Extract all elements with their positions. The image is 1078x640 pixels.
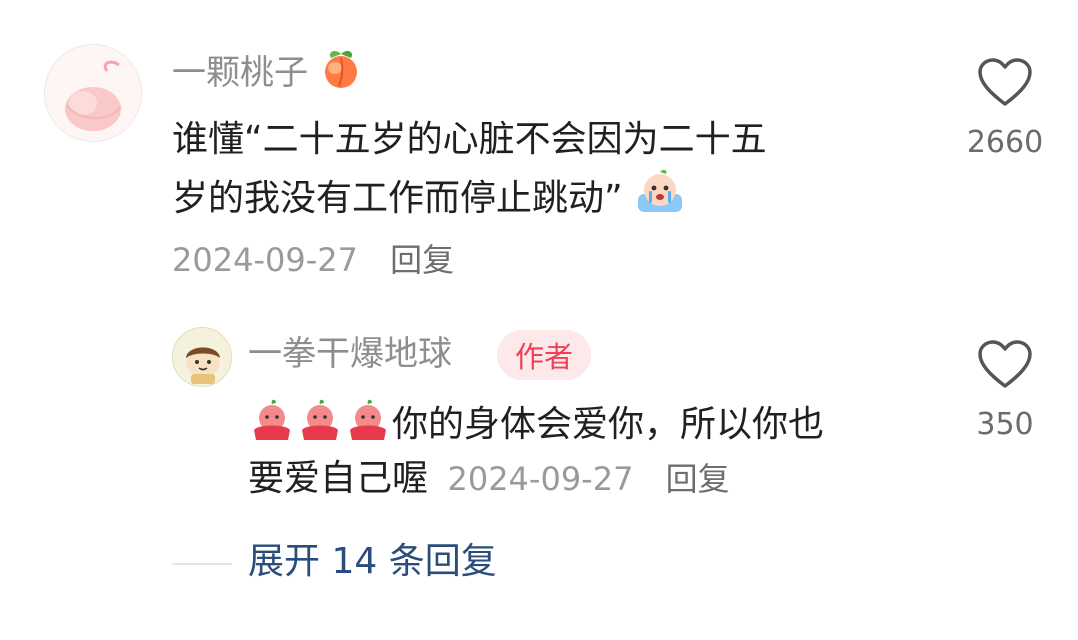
heart-icon[interactable] [977, 58, 1033, 108]
comment-username[interactable]: 一颗桃子 [172, 53, 308, 93]
expand-replies-button[interactable]: 展开 14 条回复 [248, 538, 497, 586]
comment-like-count: 2660 [966, 125, 1044, 160]
reply-reply-button[interactable]: 回复 [666, 460, 730, 498]
reply-avatar[interactable] [172, 327, 232, 387]
reply-text-line-2: 要爱自己喔 [248, 458, 429, 499]
comment-username-row[interactable]: 一颗桃子 [172, 46, 363, 95]
reply-text-line-1: 你的身体会爱你，所以你也 [392, 404, 825, 445]
reply-meta: 2024-09-27 回复 [447, 460, 729, 498]
expand-divider [172, 563, 232, 565]
comment-like[interactable]: 2660 [960, 58, 1050, 160]
comment-thread: 一颗桃子 谁懂“二十五岁的心脏不会因为二十五 岁的我没有工作而停止跳动” 202… [0, 0, 1078, 640]
comment-text-line-1: 谁懂“二十五岁的心脏不会因为二十五 [172, 119, 767, 160]
author-badge: 作者 [497, 330, 591, 380]
peach-emoji-icon [324, 51, 357, 88]
reply-like-count: 350 [976, 407, 1034, 442]
peach-avatar-icon [45, 45, 141, 141]
cartoon-avatar-icon [173, 328, 231, 386]
reply-text-line-2-row: 要爱自己喔 2024-09-27 回复 [248, 452, 730, 506]
reply-text-line-1-row: 你的身体会爱你，所以你也 [248, 398, 824, 452]
reply-like[interactable]: 350 [960, 340, 1050, 442]
comment-date: 2024-09-27 [172, 241, 358, 279]
comment-reply-button[interactable]: 回复 [390, 241, 454, 279]
peach-character-emoji-icon [254, 399, 386, 440]
reply-date: 2024-09-27 [447, 460, 634, 498]
comment-text-line-2: 岁的我没有工作而停止跳动” [172, 178, 623, 219]
heart-icon[interactable] [977, 340, 1033, 390]
comment-text-line-2-row: 岁的我没有工作而停止跳动” [172, 168, 686, 226]
crying-emoji-icon [638, 169, 683, 212]
comment-meta: 2024-09-27 回复 [172, 240, 454, 280]
avatar[interactable] [44, 44, 142, 142]
reply-username[interactable]: 一拳干爆地球 [248, 332, 452, 376]
